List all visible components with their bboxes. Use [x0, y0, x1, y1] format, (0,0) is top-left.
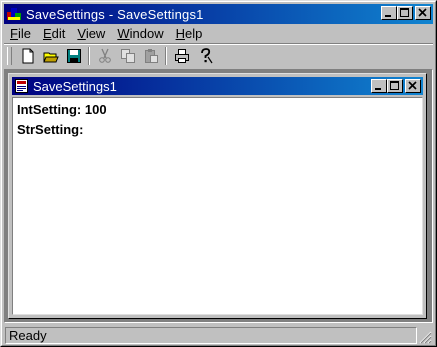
status-text: Ready — [5, 326, 417, 344]
status-bar: Ready — [4, 325, 433, 345]
toolbar-separator-2 — [165, 47, 167, 65]
child-maximize-button[interactable] — [387, 79, 403, 93]
document-view[interactable]: IntSetting: 100 StrSetting: — [12, 97, 423, 315]
resize-grip-icon[interactable] — [418, 330, 432, 344]
menu-window-rest: indow — [129, 26, 164, 41]
int-setting-text: IntSetting: 100 — [17, 102, 107, 117]
print-button[interactable] — [170, 45, 193, 67]
minimize-icon — [385, 15, 391, 17]
cut-button[interactable] — [93, 45, 116, 67]
mdi-client-area: SaveSettings1 IntSetting: 100 StrSetting… — [4, 69, 433, 323]
str-setting-text: StrSetting: — [17, 122, 84, 137]
maximize-button[interactable] — [397, 6, 413, 20]
open-icon — [42, 52, 59, 63]
menu-edit-rest: dit — [51, 26, 66, 41]
main-window-frame: SaveSettings - SaveSettings1 File Edit V… — [1, 1, 436, 346]
child-close-button[interactable] — [405, 79, 421, 93]
close-icon — [418, 8, 427, 17]
minimize-icon — [375, 88, 381, 90]
menu-file-rest: ile — [17, 26, 31, 41]
help-icon — [200, 48, 212, 64]
copy-button[interactable] — [116, 45, 139, 67]
maximize-icon — [390, 81, 399, 90]
print-icon — [174, 49, 189, 63]
child-minimize-button[interactable] — [371, 79, 387, 93]
menu-view-accel: V — [77, 26, 86, 41]
mfc-app-icon[interactable] — [6, 6, 22, 22]
cut-icon — [98, 48, 111, 63]
menu-file-accel: F — [10, 26, 18, 41]
window-title: SaveSettings - SaveSettings1 — [26, 6, 204, 22]
save-button[interactable] — [62, 45, 85, 67]
copy-icon — [120, 49, 135, 63]
paste-button[interactable] — [139, 45, 162, 67]
menu-view[interactable]: View — [71, 26, 111, 41]
new-button[interactable] — [16, 45, 39, 67]
menu-window[interactable]: Window — [111, 26, 169, 41]
main-window: SaveSettings - SaveSettings1 File Edit V… — [0, 0, 437, 347]
toolbar — [4, 45, 433, 67]
document-icon[interactable] — [14, 78, 30, 94]
maximize-icon — [400, 8, 409, 17]
toolbar-separator — [88, 47, 90, 65]
save-icon — [66, 49, 81, 63]
menu-help-accel: H — [175, 26, 185, 41]
menu-edit[interactable]: Edit — [37, 26, 71, 41]
menu-file[interactable]: File — [4, 26, 37, 41]
close-icon — [408, 81, 417, 90]
paste-icon — [144, 49, 158, 63]
help-button[interactable] — [193, 45, 216, 67]
menu-edit-accel: E — [42, 26, 52, 41]
toolbar-grip[interactable] — [7, 47, 12, 65]
child-title-bar[interactable]: SaveSettings1 — [12, 77, 423, 95]
close-button[interactable] — [415, 6, 431, 20]
menu-window-accel: W — [117, 26, 130, 41]
menu-view-rest: iew — [85, 26, 106, 41]
child-window-title: SaveSettings1 — [33, 78, 117, 94]
menu-help[interactable]: Help — [170, 26, 209, 41]
minimize-button[interactable] — [381, 6, 397, 20]
open-button[interactable] — [39, 45, 62, 67]
menu-bar: File Edit View Window Help — [4, 24, 433, 43]
child-window: SaveSettings1 IntSetting: 100 StrSetting… — [8, 73, 427, 319]
title-bar[interactable]: SaveSettings - SaveSettings1 — [4, 4, 433, 24]
menu-help-rest: elp — [184, 26, 203, 41]
new-icon — [22, 48, 33, 64]
